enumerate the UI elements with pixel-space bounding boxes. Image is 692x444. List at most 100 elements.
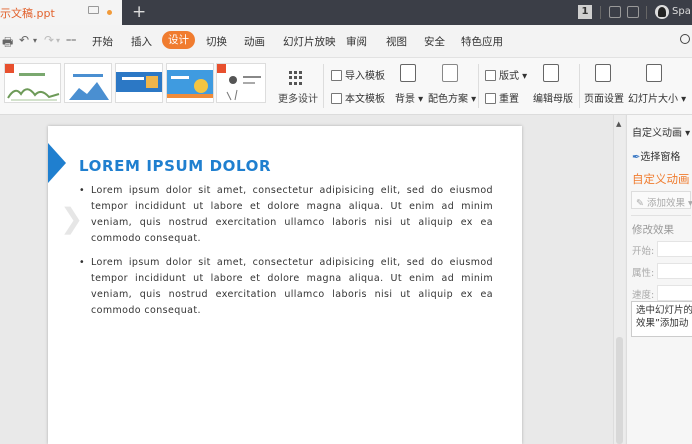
thumbnail-graphic <box>69 74 109 100</box>
speed-label: 速度: <box>632 290 655 301</box>
layout-button[interactable]: 版式 ▾ <box>485 67 527 82</box>
document-tab[interactable]: 示文稿.ppt <box>0 0 122 25</box>
tab-slideshow[interactable]: 幻灯片放映 <box>283 34 336 49</box>
page-setup-button[interactable]: 页面设置 <box>584 90 624 105</box>
selection-pane-label: 选择窗格 <box>640 152 681 163</box>
badge-icon[interactable]: 1 <box>578 5 592 19</box>
vertical-scrollbar[interactable]: ▲ <box>613 115 625 444</box>
divider <box>323 64 324 108</box>
this-template-icon <box>331 93 342 104</box>
selection-pane-button[interactable]: ✒选择窗格 <box>632 148 680 163</box>
print-preview-icon[interactable]: 🖶 <box>2 33 13 54</box>
thumbnail-graphic <box>167 70 213 98</box>
reset-label: 重置 <box>499 94 519 105</box>
import-template-label: 导入模板 <box>345 71 385 82</box>
new-tab-button[interactable]: + <box>132 2 146 22</box>
this-template-label: 本文模板 <box>345 94 385 105</box>
unsaved-dot-icon <box>107 10 112 15</box>
property-label: 属性: <box>632 268 655 279</box>
title-marker-icon <box>48 143 66 183</box>
design-thumbnail[interactable] <box>216 63 266 103</box>
background-button[interactable]: 背景 ▾ <box>395 90 423 105</box>
slide-title[interactable]: LOREM IPSUM DOLOR <box>79 157 271 175</box>
color-scheme-label: 配色方案 <box>428 94 468 105</box>
undo-icon[interactable]: ↶ <box>19 33 29 47</box>
add-effect-button[interactable]: ✎ 添加效果 ▾ <box>631 191 692 209</box>
more-designs-button[interactable]: 更多设计 <box>278 90 318 105</box>
tab-home[interactable]: 开始 <box>92 34 113 49</box>
layout-label: 版式 <box>499 71 519 82</box>
pane-header[interactable]: 自定义动画 ▾ <box>632 124 690 139</box>
import-template-icon <box>331 70 342 81</box>
redo-icon[interactable]: ↷ <box>44 33 54 47</box>
window-icon[interactable] <box>627 6 639 18</box>
monitor-icon[interactable] <box>88 6 99 14</box>
background-icon[interactable] <box>400 64 416 82</box>
animation-list[interactable]: 选中幻灯片的 效果”添加动 <box>631 301 692 337</box>
avatar[interactable] <box>655 5 669 19</box>
layout-icon <box>485 70 496 81</box>
pane-title: 自定义动画 <box>632 172 690 186</box>
bullet-paragraph[interactable]: • Lorem ipsum dolor sit amet, consectetu… <box>79 255 493 319</box>
document-tab-title: 示文稿.ppt <box>0 7 55 20</box>
skin-icon[interactable] <box>609 6 621 18</box>
slide-size-button[interactable]: 幻灯片大小 ▾ <box>628 90 686 105</box>
thumbnail-graphic <box>116 72 162 92</box>
color-scheme-icon[interactable] <box>442 64 458 82</box>
premium-badge-icon <box>217 64 226 73</box>
speed-field[interactable] <box>657 285 692 301</box>
redo-dropdown-icon[interactable]: ▾ <box>56 36 60 45</box>
divider <box>579 64 580 108</box>
color-scheme-button[interactable]: 配色方案 ▾ <box>428 90 476 105</box>
tab-design[interactable]: 设计 <box>162 31 195 49</box>
background-label: 背景 <box>395 94 415 105</box>
tab-special-apps[interactable]: 特色应用 <box>461 34 503 49</box>
bullet-icon: • <box>79 257 86 268</box>
reset-icon <box>485 93 496 104</box>
bullet-text: Lorem ipsum dolor sit amet, consectetur … <box>91 257 493 316</box>
modify-effect-heading: 修改效果 <box>632 224 674 236</box>
divider <box>600 6 601 19</box>
undo-dropdown-icon[interactable]: ▾ <box>33 36 37 45</box>
import-template-button[interactable]: 导入模板 <box>331 67 385 82</box>
premium-badge-icon <box>5 64 14 73</box>
tab-insert[interactable]: 插入 <box>131 34 152 49</box>
more-designs-icon[interactable] <box>289 71 303 85</box>
bullet-paragraph[interactable]: • Lorem ipsum dolor sit amet, consectetu… <box>79 183 493 247</box>
edit-master-icon[interactable] <box>543 64 559 82</box>
design-ribbon: 更多设计 导入模板 本文模板 背景 ▾ 配色方案 ▾ 版式 ▾ 重置 编辑母版 … <box>0 58 692 115</box>
page-setup-icon[interactable] <box>595 64 611 82</box>
edit-master-button[interactable]: 编辑母版 <box>533 90 573 105</box>
tab-transitions[interactable]: 切换 <box>206 34 227 49</box>
tab-animation[interactable]: 动画 <box>244 34 265 49</box>
this-template-button[interactable]: 本文模板 <box>331 90 385 105</box>
design-thumbnail[interactable] <box>4 63 61 103</box>
pencil-icon: ✎ <box>636 198 644 209</box>
add-effect-label: 添加效果 <box>647 198 686 209</box>
slide-size-icon[interactable] <box>646 64 662 82</box>
property-field[interactable] <box>657 263 692 279</box>
scroll-up-icon[interactable]: ▲ <box>616 120 621 128</box>
tab-review[interactable]: 审阅 <box>346 34 367 49</box>
slide-size-label: 幻灯片大小 <box>628 94 678 105</box>
design-thumbnail[interactable] <box>64 63 112 103</box>
divider <box>478 64 479 108</box>
reset-button[interactable]: 重置 <box>485 90 519 105</box>
pane-header-label: 自定义动画 <box>632 128 682 139</box>
customize-menu-icon[interactable]: ⩵ <box>66 35 76 45</box>
start-field[interactable] <box>657 241 692 257</box>
divider <box>631 215 691 216</box>
title-bar: 示文稿.ppt + 1 Spa <box>0 0 692 25</box>
divider <box>646 6 647 19</box>
search-icon[interactable] <box>680 34 690 44</box>
animation-hint-line: 选中幻灯片的 <box>636 305 692 316</box>
design-thumbnail[interactable] <box>115 63 163 103</box>
tab-view[interactable]: 视图 <box>386 34 407 49</box>
scrollbar-thumb[interactable] <box>616 337 623 444</box>
bullet-text: Lorem ipsum dolor sit amet, consectetur … <box>91 185 493 244</box>
chevron-right-icon: ❯ <box>60 202 84 235</box>
user-name[interactable]: Spa <box>672 6 691 17</box>
bullet-icon: • <box>79 185 86 196</box>
design-thumbnail[interactable] <box>166 63 214 103</box>
tab-security[interactable]: 安全 <box>424 34 445 49</box>
